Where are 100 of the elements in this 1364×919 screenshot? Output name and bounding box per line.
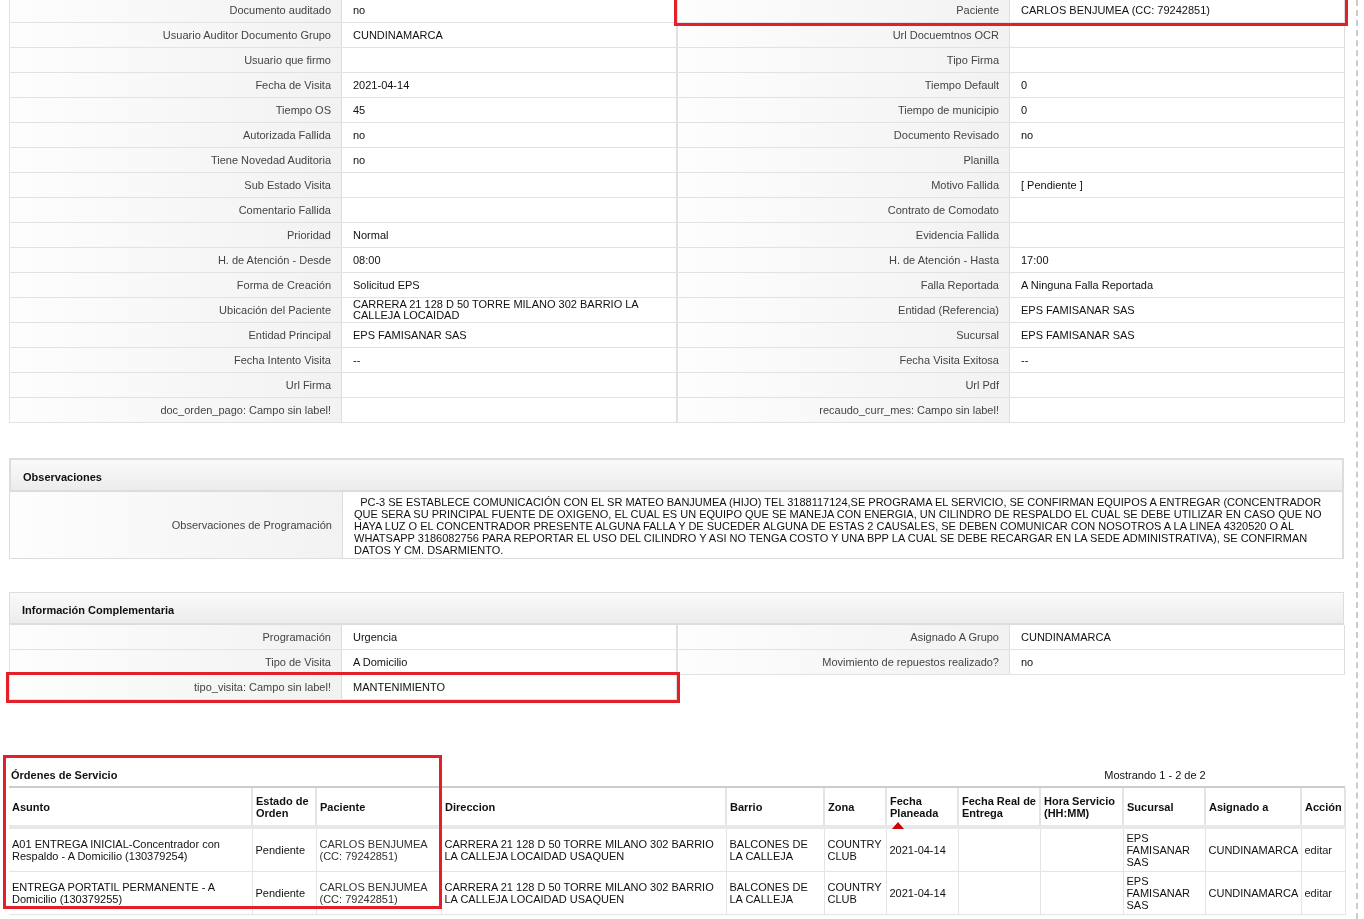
column-header[interactable]: Sucursal <box>1123 788 1205 827</box>
field-value: 45 <box>353 104 366 116</box>
field-label: H. de Atención - Desde <box>9 248 342 272</box>
table-cell: CARLOS BENJUMEA (CC: 79242851) <box>319 838 428 862</box>
field-label: Evidencia Fallida <box>677 223 1010 247</box>
field-value: 0 <box>1021 104 1028 116</box>
field-label: tipo_visita: Campo sin label! <box>9 675 342 699</box>
table-title: Órdenes de Servicio <box>11 768 118 781</box>
field-label: Usuario Auditor Documento Grupo <box>9 23 342 47</box>
field-label: Tiempo de municipio <box>677 98 1010 122</box>
field-label: Entidad (Referencia) <box>677 298 1010 322</box>
table-cell: ENTREGA PORTATIL PERMANENTE - A Domicilio (130379255) <box>12 881 215 905</box>
column-header[interactable]: Hora Servicio (HH:MM) <box>1040 788 1123 827</box>
field-label: Documento auditado <box>9 0 342 22</box>
field-value: CUNDINAMARCA <box>1021 631 1111 643</box>
field-label: Url Pdf <box>677 373 1010 397</box>
field-label: Sub Estado Visita <box>9 173 342 197</box>
edit-link[interactable]: editar <box>1304 844 1333 856</box>
field-value: 2021-04-14 <box>353 79 410 91</box>
table-cell: BALCONES DE LA CALLEJA <box>729 838 808 862</box>
field-label: Forma de Creación <box>9 273 342 297</box>
paging-info: Mostrando 1 - 2 de 2 <box>1103 768 1207 781</box>
field-value: EPS FAMISANAR SAS <box>1021 329 1135 341</box>
table-cell: A01 ENTREGA INICIAL-Concentrador con Respaldo - A Domicilio (130379254) <box>12 838 220 862</box>
field-label: Tiene Novedad Auditoria <box>9 148 342 172</box>
table-cell: CUNDINAMARCA <box>1208 844 1299 856</box>
field-label: Comentario Fallida <box>9 198 342 222</box>
table-cell: COUNTRY CLUB <box>827 881 882 905</box>
field-value: Solicitud EPS <box>353 279 420 291</box>
field-label: Contrato de Comodato <box>677 198 1010 222</box>
field-label: Tiempo OS <box>9 98 342 122</box>
table-cell: 2021-04-14 <box>889 887 946 899</box>
field-value: Normal <box>353 229 389 241</box>
table-cell: EPS FAMISANAR SAS <box>1126 875 1191 911</box>
field-value: PC-3 SE ESTABLECE COMUNICACIÓN CON EL SR MATEO BANJUMEA (HIJO) TEL 3188117124,SE PROGRAMA EL SERVICIO, SE CONFIRMAN EQUIPOS A ENTREGAR (CONCENTRADOR QUE SERA SU PRINCIPAL FUENTE DE OXIGENO, EL CUAL ES UN EQUIPO QUE SE MANEJA CON ENERGIA, UN CILINDRO DE RESPALDO EL CUAL SE DEBE UTILIZAR EN CASO QUE NO HAYA LUZ O EL CONCENTRADOR PRESENTE ALGUNA FALLA Y DE SUCEDER ALGUNA DE ESTAS 2 CAUSALES, SE DEBEN COMUNICAR CON NOSOTROS A LA LINEA 4320520 O AL WHATSAPP 3186082756 PARA REPORTAR EL USO DEL CILINDRO Y ASI NO TENGA COSTO Y UNA BPP LA CUAL SE DEBE RECARGAR EN LA SEDE ADMINISTRATIVA), SE CONFIRMAN DATOS Y CM. DSARMIENTO. <box>354 496 1323 556</box>
field-label: doc_orden_pago: Campo sin label! <box>9 398 342 422</box>
field-value: 17:00 <box>1021 254 1049 266</box>
column-header[interactable]: Asignado a <box>1205 788 1301 827</box>
column-header[interactable]: Acción <box>1301 788 1345 827</box>
table-cell: CARRERA 21 128 D 50 TORRE MILANO 302 BARRIO LA CALLEJA LOCAIDAD USAQUEN <box>444 838 714 862</box>
field-value: MANTENIMIENTO <box>353 681 446 693</box>
table-cell: Pendiente <box>255 844 306 856</box>
field-value: 08:00 <box>353 254 381 266</box>
field-value: no <box>353 4 366 16</box>
table-cell: Pendiente <box>255 887 306 899</box>
table-cell: EPS FAMISANAR SAS <box>1126 832 1191 868</box>
table-cell: BALCONES DE LA CALLEJA <box>729 881 808 905</box>
table-cell: COUNTRY CLUB <box>827 838 882 862</box>
field-value: no <box>353 129 366 141</box>
sort-ascending-icon <box>892 821 904 829</box>
column-header[interactable]: Barrio <box>726 788 824 827</box>
section-header: Información Complementaria <box>9 592 1344 625</box>
field-label: Tipo de Visita <box>9 650 342 674</box>
field-label: Prioridad <box>9 223 342 247</box>
section-header: Observaciones <box>10 459 1343 492</box>
field-label: Planilla <box>677 148 1010 172</box>
table-cell: CARLOS BENJUMEA (CC: 79242851) <box>319 881 428 905</box>
field-label: Fecha Intento Visita <box>9 348 342 372</box>
column-header[interactable]: Paciente <box>316 788 441 827</box>
column-header[interactable]: Fecha Planeada <box>886 788 958 827</box>
field-label: Asignado A Grupo <box>677 625 1010 649</box>
field-value: CUNDINAMARCA <box>353 29 443 41</box>
field-value: EPS FAMISANAR SAS <box>353 329 467 341</box>
field-value: A Domicilio <box>353 656 408 668</box>
field-label: Movimiento de repuestos realizado? <box>677 650 1010 674</box>
field-label: Sucursal <box>677 323 1010 347</box>
field-value: A Ninguna Falla Reportada <box>1021 279 1154 291</box>
field-value: -- <box>353 354 361 366</box>
field-label: Documento Revisado <box>677 123 1010 147</box>
field-label: Fecha de Visita <box>9 73 342 97</box>
field-label: Programación <box>9 625 342 649</box>
field-value: -- <box>1021 354 1029 366</box>
column-header[interactable]: Estado de Orden <box>252 788 316 827</box>
field-label: Falla Reportada <box>677 273 1010 297</box>
table-cell: 2021-04-14 <box>889 844 946 856</box>
field-label: Paciente <box>677 0 1010 22</box>
field-label: Motivo Fallida <box>677 173 1010 197</box>
field-value: no <box>1021 656 1034 668</box>
field-value: CARRERA 21 128 D 50 TORRE MILANO 302 BARRIO LA CALLEJA LOCAIDAD <box>353 299 640 321</box>
field-value: EPS FAMISANAR SAS <box>1021 304 1135 316</box>
field-label: Fecha Visita Exitosa <box>677 348 1010 372</box>
field-label: Usuario que firmo <box>9 48 342 72</box>
field-value: [ Pendiente ] <box>1021 179 1083 191</box>
field-label: recaudo_curr_mes: Campo sin label! <box>677 398 1010 422</box>
field-label: Entidad Principal <box>9 323 342 347</box>
column-header[interactable]: Zona <box>824 788 886 827</box>
field-label: Autorizada Fallida <box>9 123 342 147</box>
edit-link[interactable]: editar <box>1304 887 1333 899</box>
column-header[interactable]: Fecha Real de Entrega <box>958 788 1040 827</box>
field-value: CARLOS BENJUMEA (CC: 79242851) <box>1021 4 1210 16</box>
field-label: Url Firma <box>9 373 342 397</box>
field-label: Tipo Firma <box>677 48 1010 72</box>
column-header[interactable]: Asunto <box>9 788 252 827</box>
field-label: Tiempo Default <box>677 73 1010 97</box>
column-header[interactable]: Direccion <box>441 788 726 827</box>
table-cell: CUNDINAMARCA <box>1208 887 1299 899</box>
table-cell: CARRERA 21 128 D 50 TORRE MILANO 302 BARRIO LA CALLEJA LOCAIDAD USAQUEN <box>444 881 714 905</box>
field-label: Ubicación del Paciente <box>9 298 342 322</box>
field-value: no <box>353 154 366 166</box>
field-value: no <box>1021 129 1034 141</box>
